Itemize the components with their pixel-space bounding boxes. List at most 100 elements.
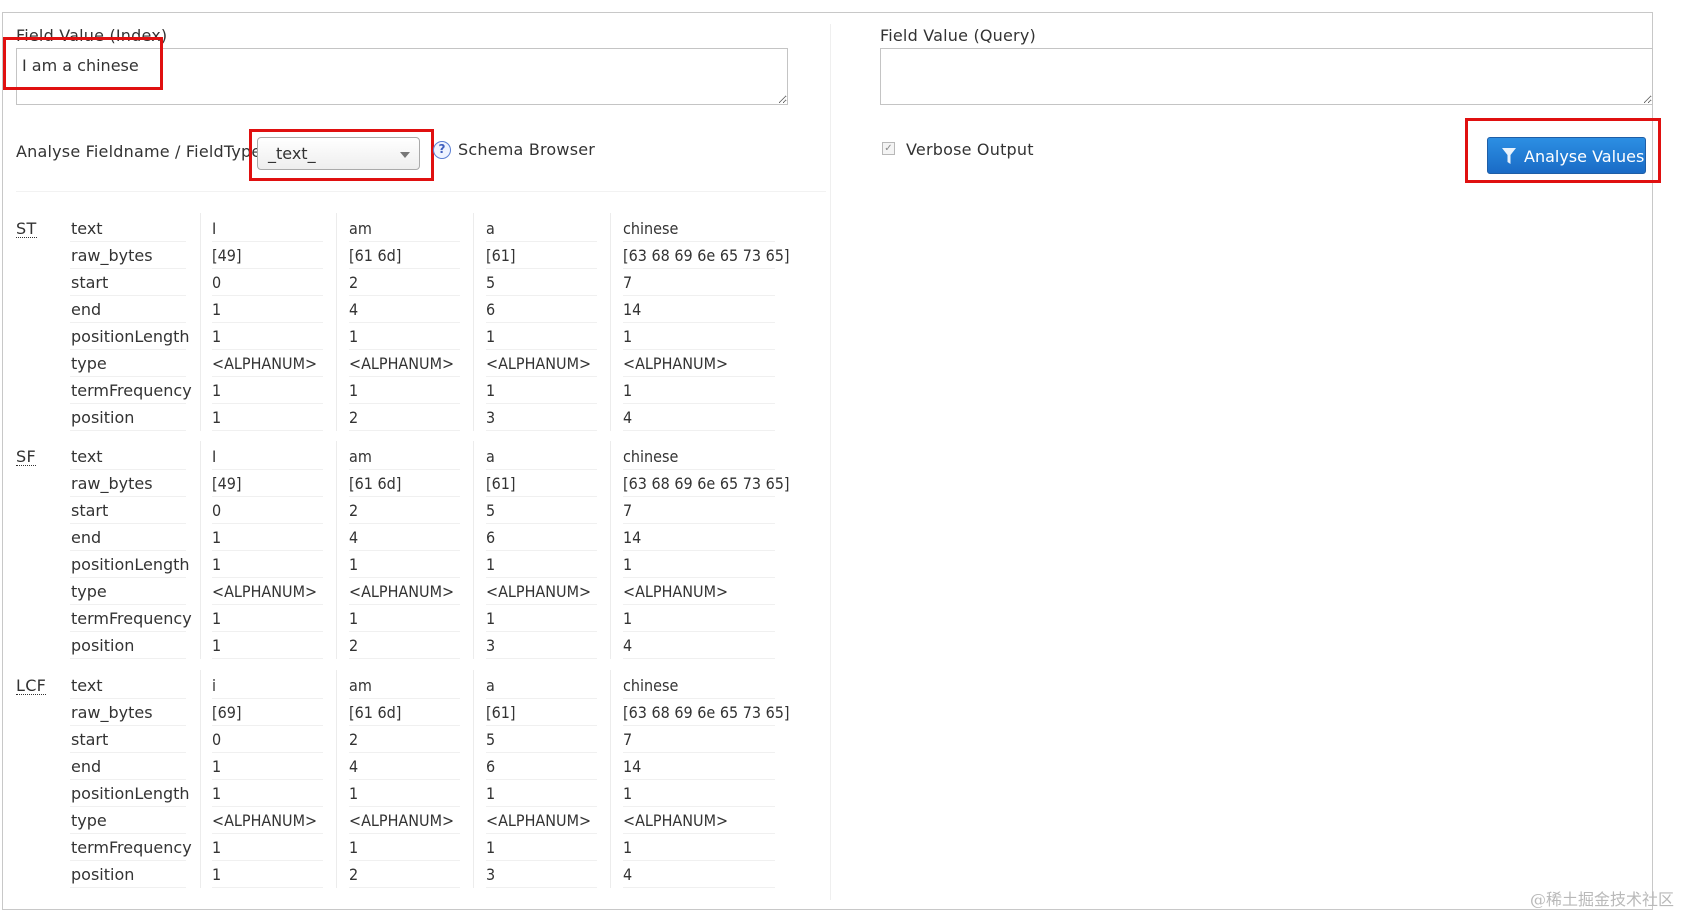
token-value: 1 [349,377,460,404]
chevron-down-icon [400,152,410,158]
token-value: [69] [212,699,323,726]
token-value: 4 [623,404,775,431]
token-value: 1 [486,551,597,578]
token-value: 3 [486,632,597,659]
column-separator [336,213,337,431]
token-value: a [486,215,597,242]
token-value: <ALPHANUM> [623,578,775,605]
attribute-name: type [70,578,186,605]
column-separator [200,670,201,888]
token-value: <ALPHANUM> [486,350,597,377]
token-value: <ALPHANUM> [486,807,597,834]
column-separator [200,213,201,431]
token-value: 5 [486,269,597,296]
column-divider [830,24,831,900]
column-separator [336,441,337,659]
token-value: 14 [623,524,775,551]
token-value: 7 [623,726,775,753]
token-value: 1 [349,605,460,632]
attribute-name: raw_bytes [70,699,186,726]
token-value: 1 [212,524,323,551]
schema-browser-link[interactable]: Schema Browser [458,140,595,159]
query-field-label: Field Value (Query) [880,26,1036,45]
token-value: [61 6d] [349,242,460,269]
fieldtype-select[interactable]: _text_ [257,137,420,170]
token-value: chinese [623,672,775,699]
token-value: [61 6d] [349,470,460,497]
token-value: 1 [212,404,323,431]
column-separator [473,213,474,431]
attribute-name: start [70,497,186,524]
token-value: <ALPHANUM> [486,578,597,605]
attribute-name: positionLength [70,551,190,578]
token-value: 1 [212,861,323,888]
token-value: <ALPHANUM> [212,807,323,834]
column-separator [200,441,201,659]
token-value: 0 [212,269,323,296]
token-value: 2 [349,726,460,753]
attribute-name: start [70,269,186,296]
stage-abbr: LCF [16,676,47,695]
attribute-name: type [70,350,186,377]
token-value: 0 [212,497,323,524]
attribute-name: raw_bytes [70,470,186,497]
token-value: [61] [486,470,597,497]
token-value: am [349,672,460,699]
attribute-name: end [70,753,186,780]
attribute-name: type [70,807,186,834]
form-divider [16,191,826,192]
token-value: <ALPHANUM> [349,807,460,834]
token-value: 1 [623,377,775,404]
token-value: 7 [623,497,775,524]
token-value: 4 [349,753,460,780]
attribute-name: end [70,296,186,323]
query-value-field[interactable] [880,48,1653,105]
token-value: [61] [486,699,597,726]
token-value: 2 [349,269,460,296]
analyse-values-button[interactable]: Analyse Values [1487,137,1646,174]
attribute-name: text [70,443,186,470]
token-value: 1 [349,834,460,861]
index-field-label: Field Value (Index) [16,26,168,45]
token-value: I [212,215,323,242]
index-value-field[interactable] [16,48,788,105]
token-value: <ALPHANUM> [212,350,323,377]
token-value: 1 [349,780,460,807]
attribute-name: termFrequency [70,377,192,404]
token-value: [61] [486,242,597,269]
token-value: 3 [486,861,597,888]
attribute-name: positionLength [70,323,190,350]
token-value: 1 [486,377,597,404]
token-value: [49] [212,470,323,497]
attribute-name: position [70,861,186,888]
verbose-label: Verbose Output [906,140,1034,159]
token-value: 4 [349,524,460,551]
token-value: 2 [349,404,460,431]
token-value: 1 [212,780,323,807]
token-value: a [486,443,597,470]
fieldtype-label: Analyse Fieldname / FieldType: [16,142,268,161]
token-value: 4 [623,861,775,888]
token-value: <ALPHANUM> [212,578,323,605]
token-value: 3 [486,404,597,431]
verbose-checkbox[interactable]: ✓ [882,142,895,155]
token-value: 14 [623,296,775,323]
token-value: 4 [623,632,775,659]
token-value: chinese [623,215,775,242]
token-value: i [212,672,323,699]
token-value: 1 [212,605,323,632]
column-separator [336,670,337,888]
token-value: chinese [623,443,775,470]
token-value: 2 [349,632,460,659]
column-separator [473,670,474,888]
attribute-name: termFrequency [70,605,192,632]
token-value: 5 [486,497,597,524]
attribute-name: text [70,215,186,242]
watermark: @稀土掘金技术社区 [1530,890,1675,909]
help-icon[interactable]: ? [433,141,451,159]
token-value: 4 [349,296,460,323]
stage-abbr: SF [16,447,36,466]
column-separator [473,441,474,659]
stage-abbr: ST [16,219,37,238]
attribute-name: raw_bytes [70,242,186,269]
